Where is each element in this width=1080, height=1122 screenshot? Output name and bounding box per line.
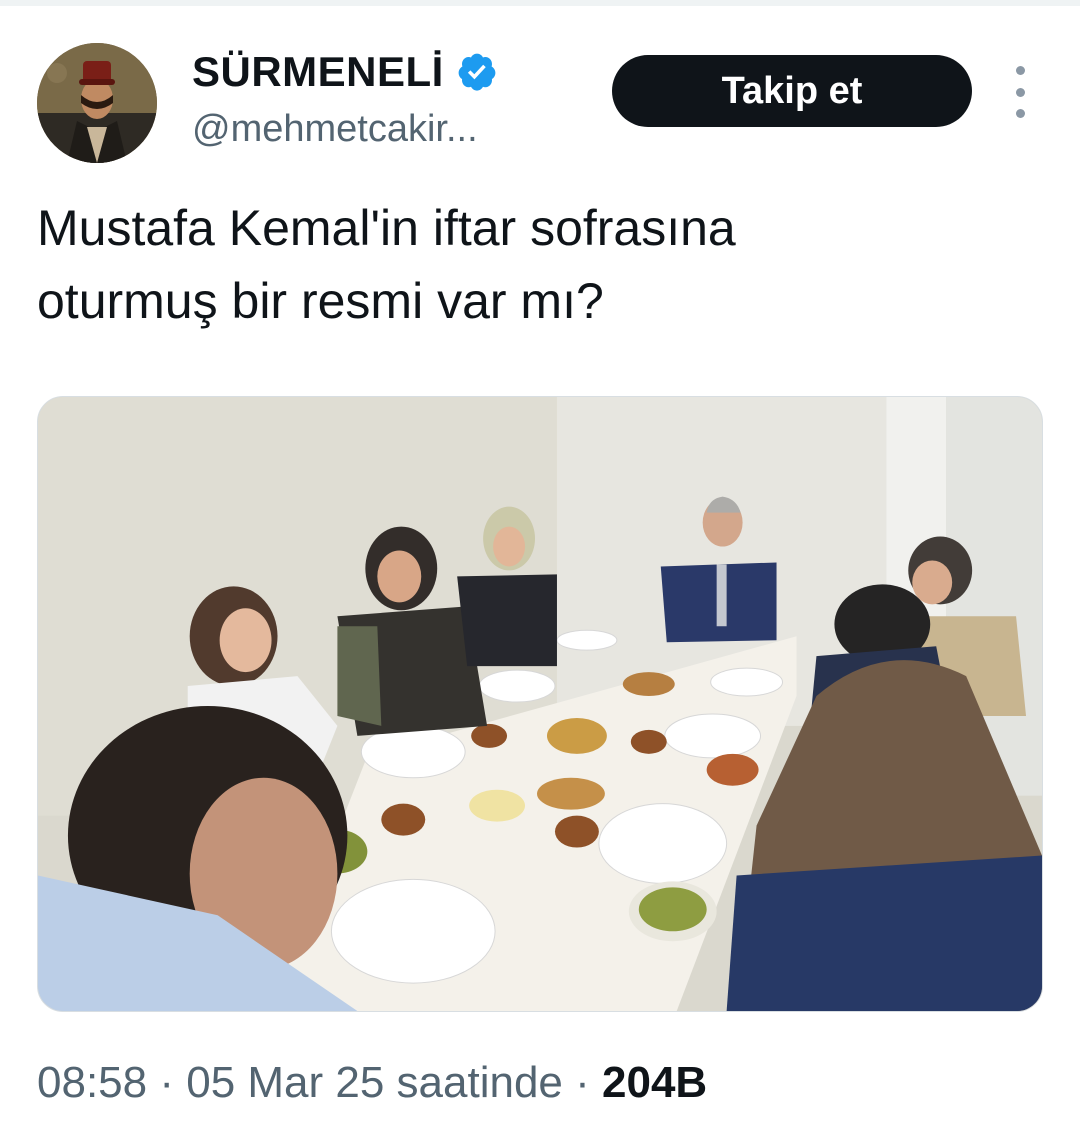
top-divider xyxy=(0,0,1080,6)
avatar-illustration xyxy=(37,43,157,163)
tweet-time[interactable]: 08:58 xyxy=(37,1058,147,1108)
author-display-name[interactable]: SÜRMENELİ xyxy=(192,48,444,96)
follow-button[interactable]: Takip et xyxy=(612,55,972,127)
tweet-text: Mustafa Kemal'in iftar sofrasına oturmuş… xyxy=(37,192,1037,338)
more-dot xyxy=(1015,66,1025,75)
tweet-date[interactable]: 05 Mar 25 saatinde xyxy=(186,1058,563,1108)
author-name-row: SÜRMENELİ xyxy=(192,48,498,96)
meta-separator: · xyxy=(562,1058,603,1107)
view-count[interactable]: 204B xyxy=(602,1058,707,1108)
tweet-text-line: oturmuş bir resmi var mı? xyxy=(37,273,604,329)
more-dot xyxy=(1015,87,1025,97)
tweet-meta: 08:58 · 05 Mar 25 saatinde · 204B xyxy=(37,1058,707,1108)
tweet-text-line: Mustafa Kemal'in iftar sofrasına xyxy=(37,200,736,256)
photo-illustration xyxy=(38,397,1042,1011)
verified-badge-icon xyxy=(458,53,496,91)
more-dot xyxy=(1015,109,1025,118)
tweet-photo[interactable] xyxy=(37,396,1043,1012)
author-avatar[interactable] xyxy=(37,43,157,163)
meta-separator: · xyxy=(147,1058,187,1107)
more-options-icon[interactable] xyxy=(1004,66,1036,118)
author-handle[interactable]: @mehmetcakir... xyxy=(192,108,478,151)
